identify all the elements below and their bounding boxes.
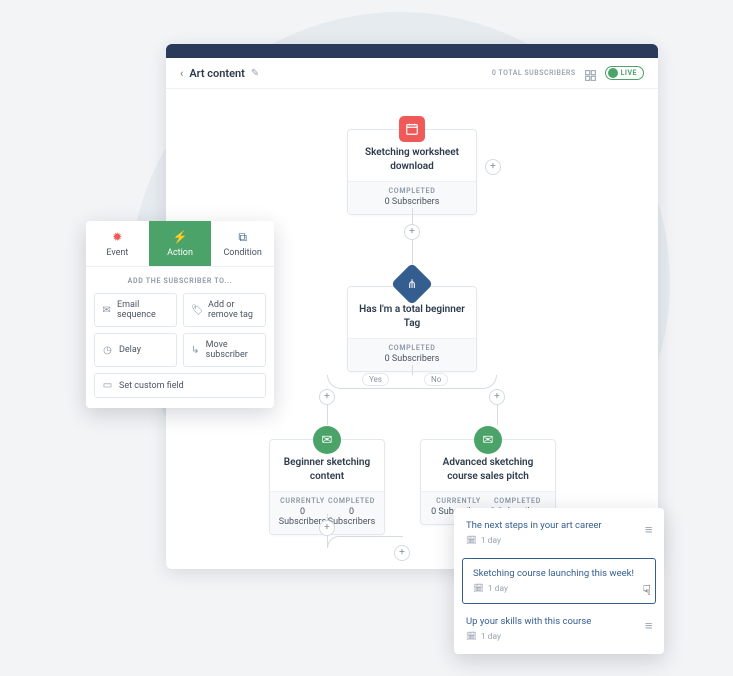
email-row[interactable]: Up your skills with this course 🗓 1 day ≡ (454, 608, 664, 650)
tag-icon: 🏷 (191, 305, 202, 316)
node-start-event[interactable]: Sketching worksheet download COMPLETED 0… (347, 129, 477, 215)
drag-handle-icon[interactable]: ≡ (645, 522, 654, 538)
tab-condition[interactable]: ⧉ Condition (211, 221, 274, 266)
email-title: The next steps in your art career (466, 520, 652, 531)
email-sequence-popover: The next steps in your art career 🗓 1 day… (454, 508, 664, 654)
move-icon: ↳ (191, 345, 200, 356)
add-step-no-button[interactable]: + (489, 389, 505, 405)
calendar-icon: 🗓 (466, 632, 477, 642)
add-step-button[interactable]: + (404, 224, 420, 240)
panel-top-bar (166, 44, 658, 58)
add-sibling-button[interactable]: + (485, 159, 501, 175)
tab-label: Event (90, 248, 145, 258)
field-icon: ▭ (102, 380, 113, 391)
cursor-hand-icon: ☟ (642, 583, 651, 599)
branch-no-label: No (424, 373, 448, 386)
col-label: COMPLETED (488, 497, 547, 505)
email-meta: 1 day (488, 584, 508, 594)
connector (327, 536, 403, 548)
picker-tabs: ✹ Event ⚡ Action ⧉ Condition (86, 221, 274, 267)
section-heading: ADD THE SUBSCRIBER TO... (86, 267, 274, 293)
email-meta: 1 day (481, 536, 501, 546)
option-add-remove-tag[interactable]: 🏷Add or remove tag (183, 293, 266, 327)
total-subscribers-label: 0 TOTAL SUBSCRIBERS (492, 69, 576, 77)
tab-label: Action (153, 248, 208, 258)
connector (497, 405, 498, 425)
action-icon: ⚡ (153, 231, 208, 245)
condition-icon: ⧉ (215, 231, 270, 245)
node-status: COMPLETED (356, 344, 468, 352)
option-email-sequence[interactable]: ✉Email sequence (94, 293, 177, 327)
email-title: Sketching course launching this week! (473, 568, 645, 579)
edit-icon[interactable]: ✎ (251, 68, 259, 79)
branch-yes-label: Yes (362, 373, 389, 386)
live-toggle[interactable]: LIVE (605, 66, 644, 80)
tab-label: Condition (215, 248, 270, 258)
email-row[interactable]: The next steps in your art career 🗓 1 day… (454, 512, 664, 554)
option-delay[interactable]: ◷Delay (94, 333, 177, 367)
panel-header: ‹ Art content ✎ 0 TOTAL SUBSCRIBERS LIVE (166, 58, 658, 89)
email-row-active[interactable]: Sketching course launching this week! 🗓 1… (462, 558, 656, 604)
event-badge-icon (399, 116, 425, 142)
node-subscribers: 0 Subscribers (356, 197, 468, 207)
action-badge-icon: ✉ (313, 426, 341, 454)
back-chevron-icon[interactable]: ‹ (180, 67, 183, 80)
email-meta: 1 day (481, 632, 501, 642)
connector (412, 365, 413, 375)
action-badge-icon: ✉ (474, 426, 502, 454)
email-title: Up your skills with this course (466, 616, 652, 627)
action-picker-panel: ✹ Event ⚡ Action ⧉ Condition ADD THE SUB… (86, 221, 274, 408)
node-subscribers: 0 Subscribers (356, 354, 468, 364)
mail-stack-icon: ✉ (102, 305, 111, 316)
clock-icon: ◷ (102, 345, 113, 356)
add-step-button[interactable]: + (319, 520, 335, 536)
calendar-icon: 🗓 (466, 536, 477, 546)
col-label: COMPLETED (327, 497, 376, 505)
option-move-subscriber[interactable]: ↳Move subscriber (183, 333, 266, 367)
tab-event[interactable]: ✹ Event (86, 221, 149, 266)
live-dot-icon (608, 68, 618, 78)
option-set-custom-field[interactable]: ▭Set custom field (94, 373, 266, 398)
layout-icon[interactable] (584, 67, 597, 80)
drag-handle-icon[interactable]: ≡ (645, 618, 654, 634)
node-condition[interactable]: ⋔ Has I'm a total beginner Tag COMPLETED… (347, 286, 477, 372)
live-label: LIVE (621, 69, 637, 77)
calendar-icon: 🗓 (473, 584, 484, 594)
node-status: COMPLETED (356, 187, 468, 195)
add-step-yes-button[interactable]: + (319, 389, 335, 405)
event-icon: ✹ (90, 231, 145, 245)
col-label: CURRENTLY (429, 497, 488, 505)
breadcrumb-title[interactable]: Art content (189, 67, 245, 80)
tab-action[interactable]: ⚡ Action (149, 221, 212, 266)
add-step-merge-button[interactable]: + (394, 545, 410, 561)
connector (412, 208, 413, 225)
col-label: CURRENTLY (278, 497, 327, 505)
connector (327, 405, 328, 425)
